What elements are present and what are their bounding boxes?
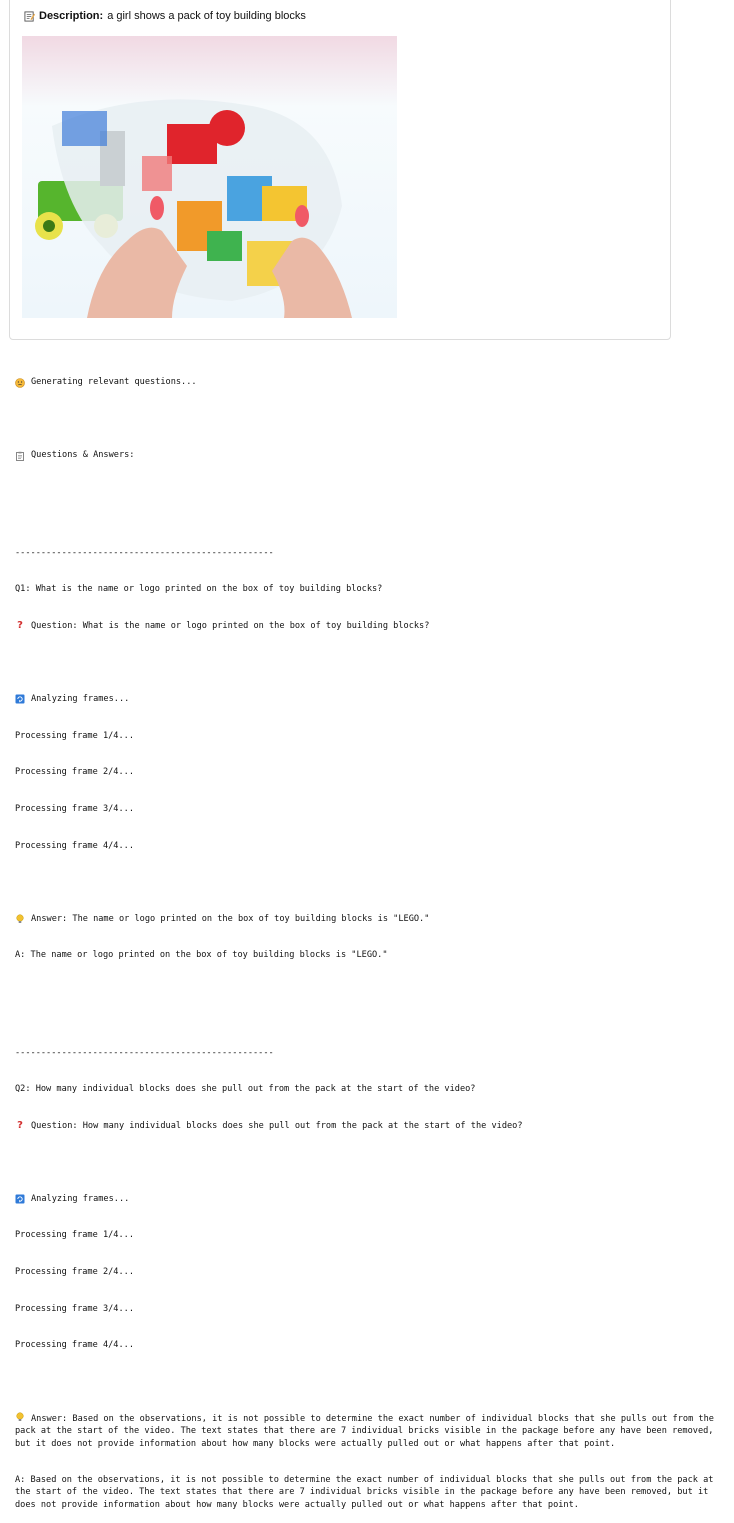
q1-line: Q1: What is the name or logo printed on … <box>15 584 383 595</box>
q2-analyzing-line: Analyzing frames... <box>15 1193 715 1205</box>
q1-question-line: ? Question: What is the name or logo pri… <box>15 620 715 632</box>
video-frame-image <box>22 36 397 318</box>
q2-question-text: Question: How many individual blocks doe… <box>31 1120 523 1131</box>
q2-question-line: ? Question: How many individual blocks d… <box>15 1120 715 1132</box>
q2-frame-line: Processing frame 4/4... <box>15 1340 134 1351</box>
separator: ----------------------------------------… <box>15 547 274 558</box>
q1-analyzing-text: Analyzing frames... <box>31 694 130 705</box>
thinking-face-icon <box>15 377 25 388</box>
generating-text: Generating relevant questions... <box>31 377 197 388</box>
light-bulb-icon <box>16 1412 24 1422</box>
q1-answer-line: Answer: The name or logo printed on the … <box>15 913 715 925</box>
log-output: Generating relevant questions... Questio… <box>15 352 715 1523</box>
memo-icon <box>24 10 35 22</box>
arrows-cycle-icon <box>15 694 25 704</box>
qa-header-line: Questions & Answers: <box>15 449 715 461</box>
q2-a-line: A: Based on the observations, it is not … <box>15 1475 719 1510</box>
q2-answer-text: Answer: Based on the observations, it is… <box>15 1414 720 1449</box>
q2-frame-line: Processing frame 3/4... <box>15 1303 134 1314</box>
q1-frame-line: Processing frame 3/4... <box>15 803 134 814</box>
q2-analyzing-text: Analyzing frames... <box>31 1193 130 1204</box>
q1-analyzing-line: Analyzing frames... <box>15 693 715 705</box>
q1-frame-line: Processing frame 1/4... <box>15 730 134 741</box>
q2-frame-line: Processing frame 2/4... <box>15 1267 134 1278</box>
q1-a-line: A: The name or logo printed on the box o… <box>15 950 388 961</box>
q1-frame-line: Processing frame 2/4... <box>15 767 134 778</box>
description-line: Description: a girl shows a pack of toy … <box>24 10 306 22</box>
description-card: Description: a girl shows a pack of toy … <box>9 0 671 340</box>
generating-line: Generating relevant questions... <box>15 376 715 388</box>
clipboard-icon <box>16 451 24 461</box>
q1-question-text: Question: What is the name or logo print… <box>31 621 430 632</box>
separator: ----------------------------------------… <box>15 1047 274 1058</box>
red-question-mark-icon: ? <box>17 620 23 632</box>
light-bulb-icon <box>16 914 24 923</box>
red-question-mark-icon: ? <box>17 1119 23 1131</box>
q2-frame-line: Processing frame 1/4... <box>15 1230 134 1241</box>
description-label: Description: <box>39 10 104 22</box>
description-text: a girl shows a pack of toy building bloc… <box>107 10 306 22</box>
q1-frame-line: Processing frame 4/4... <box>15 840 134 851</box>
q2-answer-block: Answer: Based on the observations, it is… <box>15 1412 715 1450</box>
qa-header-text: Questions & Answers: <box>31 450 135 461</box>
q2-answer-line: Answer: Based on the observations, it is… <box>15 1412 715 1450</box>
arrows-cycle-icon <box>15 1194 25 1204</box>
q2-line: Q2: How many individual blocks does she … <box>15 1084 476 1095</box>
q1-answer-text: Answer: The name or logo printed on the … <box>31 913 430 924</box>
